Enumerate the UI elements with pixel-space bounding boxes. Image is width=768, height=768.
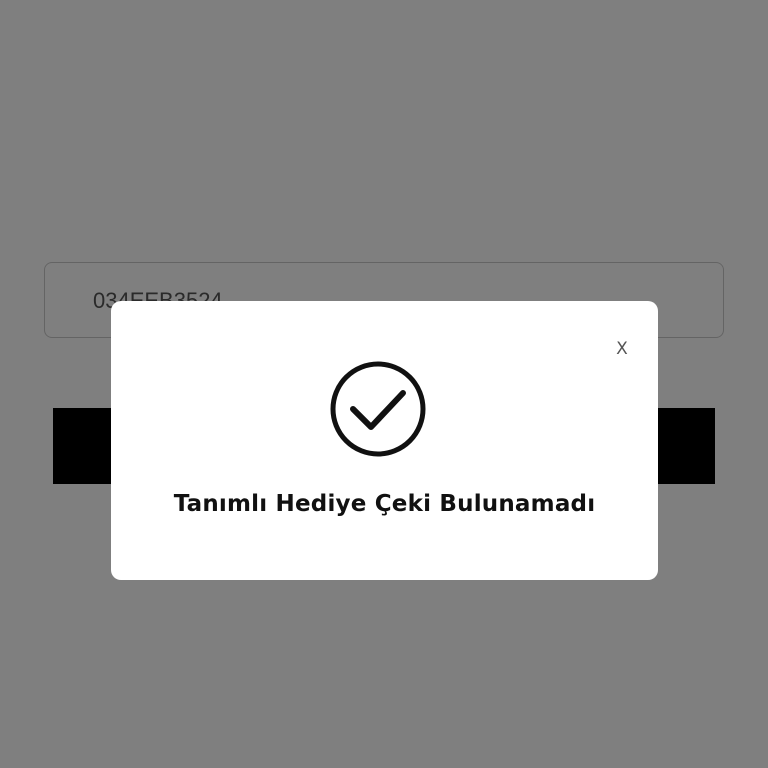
result-dialog: X Tanımlı Hediye Çeki Bulunamadı: [111, 301, 658, 580]
checkmark-circle-icon: [330, 361, 426, 457]
dialog-message: Tanımlı Hediye Çeki Bulunamadı: [173, 491, 596, 517]
close-button[interactable]: X: [610, 337, 634, 361]
checkmark-stroke: [350, 390, 406, 430]
checkmark-circle-ring: [330, 361, 426, 457]
